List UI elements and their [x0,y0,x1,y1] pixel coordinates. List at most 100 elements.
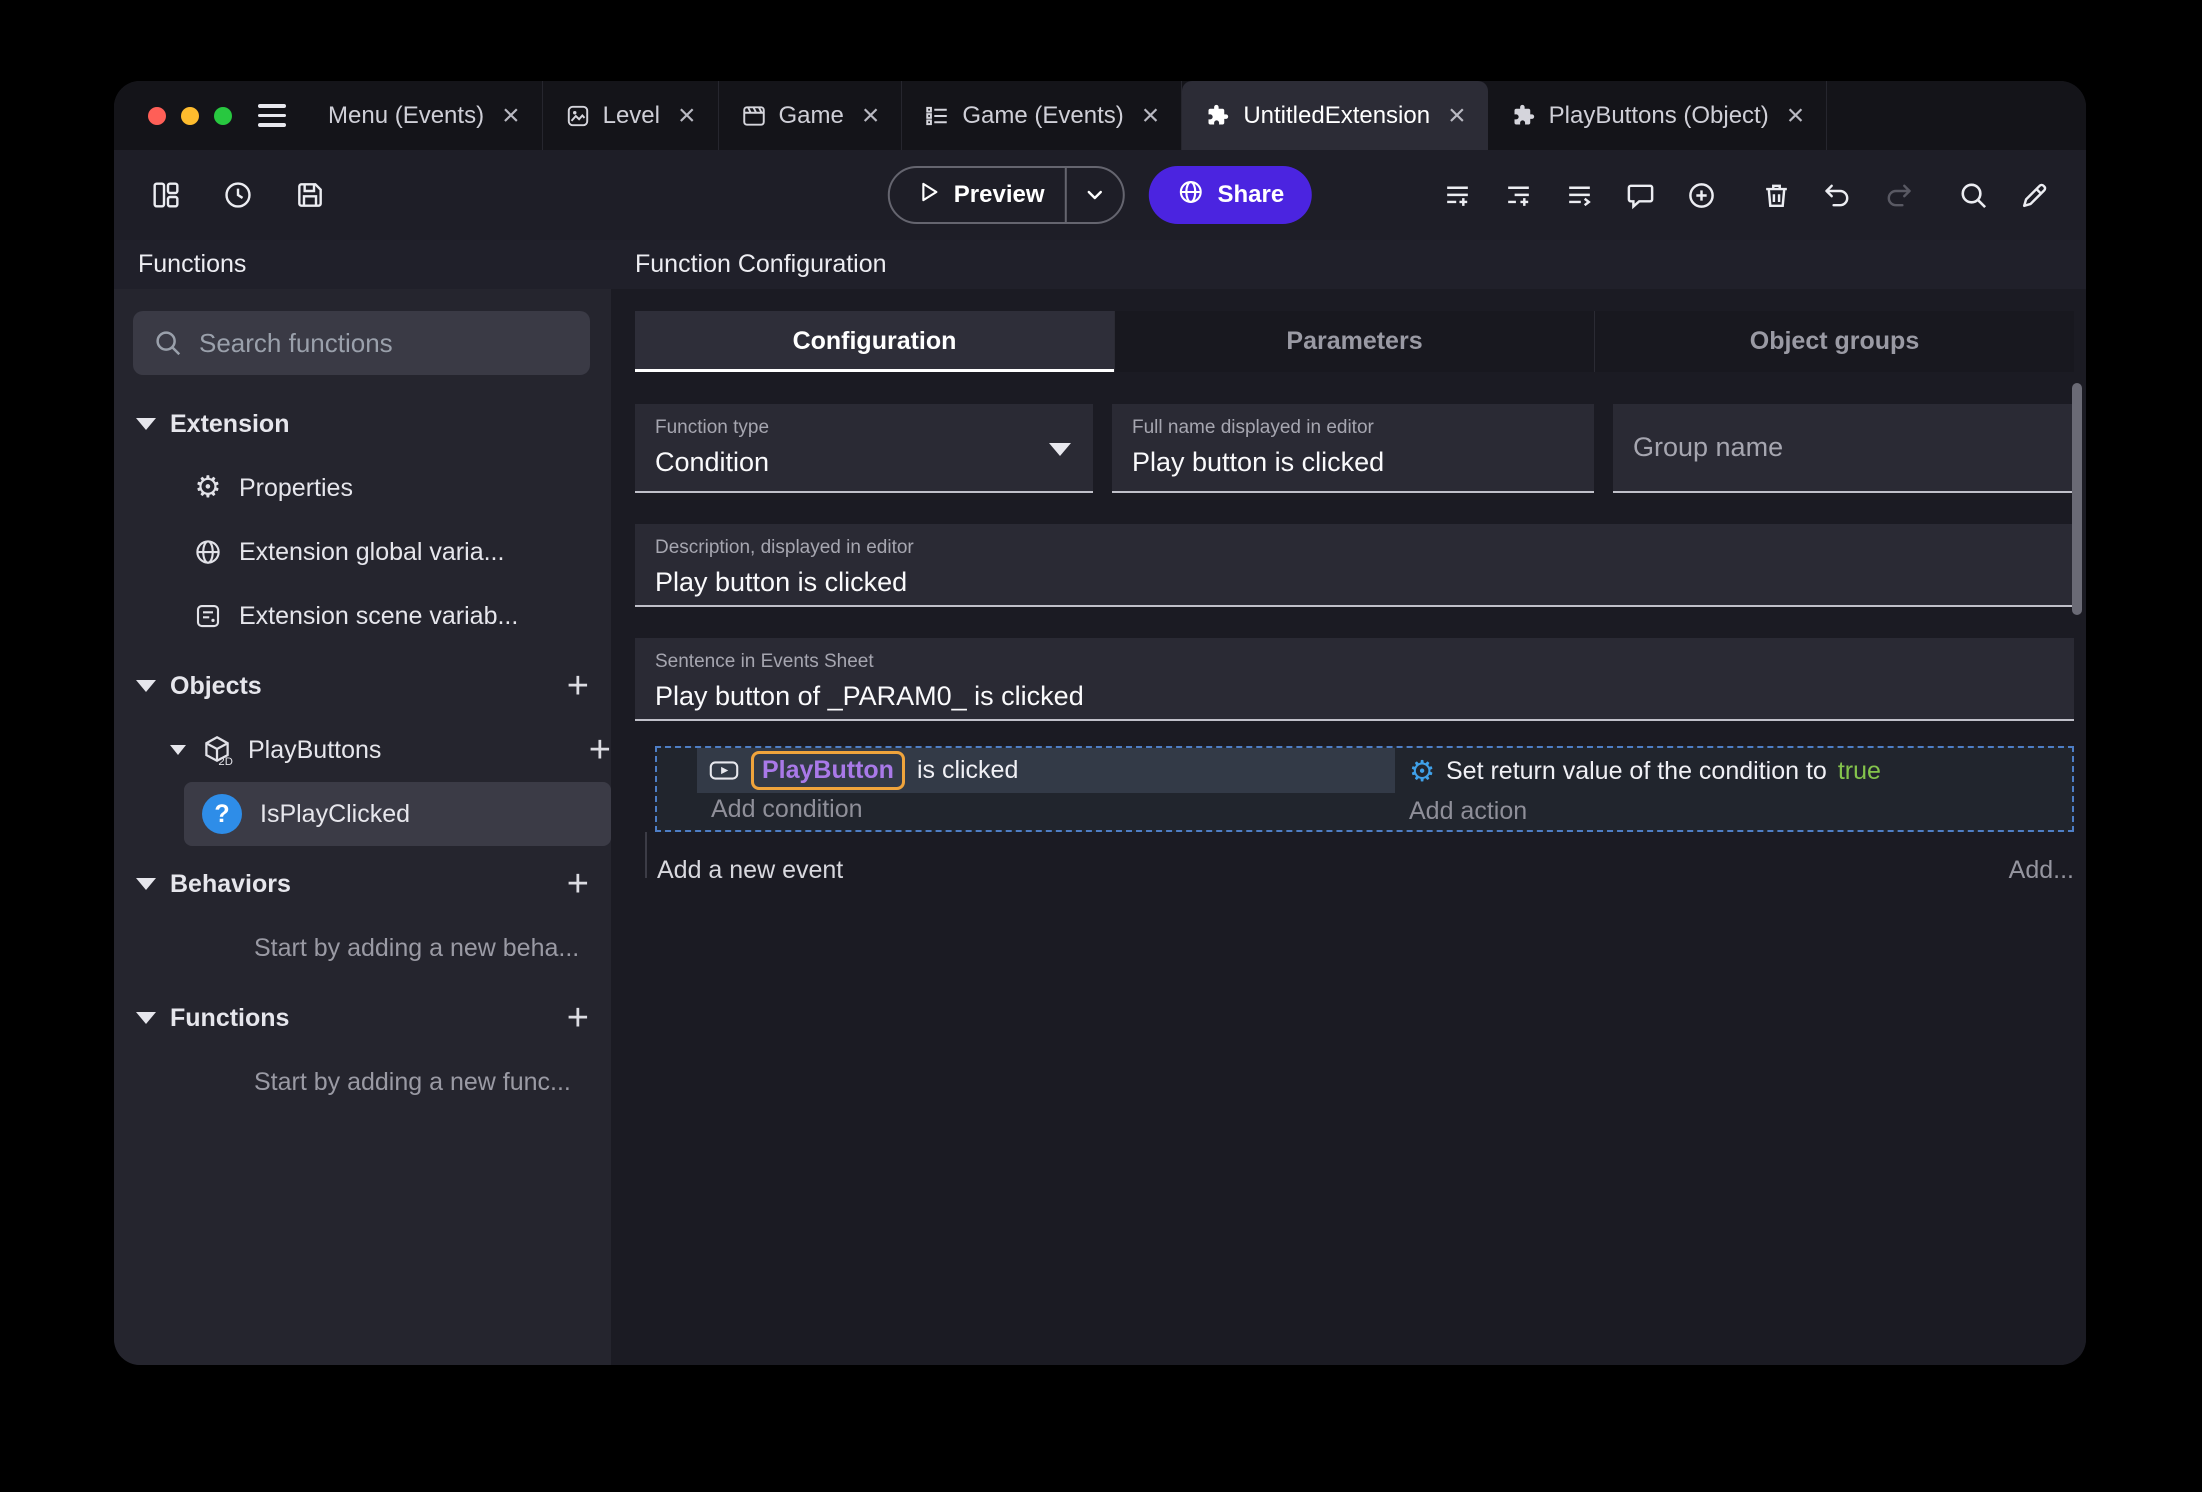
add-condition-button[interactable]: Add condition [697,793,1395,830]
add-function-button[interactable]: + [567,999,589,1037]
toolbar-left [144,173,332,217]
add-new-event-button[interactable]: Add a new event [657,856,843,885]
tree-item-isplayclicked-selected[interactable]: ? IsPlayClicked [184,782,611,846]
preview-button-main[interactable]: Preview [890,168,1065,222]
undo-icon[interactable] [1815,173,1859,217]
action-value-parameter[interactable]: true [1838,757,1881,786]
tree-item-properties[interactable]: ⚙ Properties [114,456,611,520]
object-2d-cube-icon: 2D [199,733,235,767]
app-window: Menu (Events) × Level × Game × Game (Eve… [114,81,2086,1365]
redo-icon[interactable] [1876,173,1920,217]
chevron-down-icon[interactable] [170,745,186,755]
search-functions-input[interactable] [199,327,570,359]
editor-tabs: Menu (Events) × Level × Game × Game (Eve… [306,81,2086,150]
sidebar-title: Functions [114,240,611,289]
add-event-icon[interactable] [1435,173,1479,217]
toolbar-right [1435,173,2056,217]
close-icon[interactable]: × [678,100,696,131]
function-type-select[interactable]: Function type Condition [635,404,1093,493]
tree-item-playbuttons[interactable]: 2D PlayButtons + [114,718,611,782]
tab-menu-events[interactable]: Menu (Events) × [306,81,543,150]
minimize-window-button[interactable] [181,106,199,125]
chevron-down-icon[interactable] [136,878,156,890]
group-label: Behaviors [170,869,291,898]
add-comment-icon[interactable] [1618,173,1662,217]
scene-variables-icon [192,601,224,631]
close-icon[interactable]: × [1142,100,1160,131]
field-label: Sentence in Events Sheet [655,651,874,672]
group-label: Functions [170,1003,290,1032]
tab-configuration[interactable]: Configuration [635,311,1114,372]
delete-icon[interactable] [1754,173,1798,217]
actions-column: ⚙ Set return value of the condition to t… [1395,748,2072,830]
share-button[interactable]: Share [1148,166,1313,224]
tab-untitled-extension[interactable]: UntitledExtension × [1182,81,1488,150]
close-window-button[interactable] [148,106,166,125]
tab-game-events[interactable]: Game (Events) × [902,81,1183,150]
add-more-button[interactable]: Add... [2009,856,2074,885]
form-row: Function type Condition Full name displa… [635,404,2074,493]
tree-item-extension-scene-variables[interactable]: Extension scene variab... [114,584,611,648]
preview-dropdown-button[interactable] [1067,168,1123,222]
tab-label: Game [778,101,844,129]
tab-label: Level [602,101,660,129]
functions-sidebar: Functions Extension ⚙ Properties [114,240,611,1365]
main-menu-icon[interactable] [258,81,286,150]
tree-group-behaviors[interactable]: Behaviors + [114,852,611,916]
toolbar-center: Preview Share [887,166,1313,224]
tab-game[interactable]: Game × [719,81,903,150]
preview-button[interactable]: Preview [887,166,1125,224]
project-manager-icon[interactable] [144,173,188,217]
tree-group-functions[interactable]: Functions + [114,986,611,1050]
description-field[interactable]: Description, displayed in editor Play bu… [635,524,2074,607]
tree-group-extension[interactable]: Extension [114,392,611,456]
condition-object-parameter[interactable]: PlayButton [751,751,905,790]
globe-icon [192,537,224,567]
close-icon[interactable]: × [1787,100,1805,131]
configuration-tabs: Configuration Parameters Object groups [635,311,2074,372]
item-label: IsPlayClicked [260,799,411,828]
search-functions-box[interactable] [133,311,590,375]
save-icon[interactable] [288,173,332,217]
field-value: Condition [655,447,770,477]
event-selected[interactable]: PlayButton is clicked Add condition ⚙ Se… [655,746,2074,832]
tab-parameters[interactable]: Parameters [1114,311,1594,372]
chevron-down-icon[interactable] [136,680,156,692]
tab-level[interactable]: Level × [543,81,719,150]
vertical-scrollbar[interactable] [2072,383,2082,615]
condition-row[interactable]: PlayButton is clicked [697,748,1395,793]
close-icon[interactable]: × [502,100,520,131]
action-row[interactable]: ⚙ Set return value of the condition to t… [1395,750,2072,792]
search-icon[interactable] [1951,173,1995,217]
group-name-field[interactable] [1613,404,2074,493]
scene-icon [565,103,591,129]
chevron-down-icon[interactable] [136,418,156,430]
add-action-button[interactable]: Add action [1395,792,2072,830]
field-value: Play button of _PARAM0_ is clicked [655,681,1084,711]
add-behavior-button[interactable]: + [567,865,589,903]
close-icon[interactable]: × [862,100,880,131]
event-gutter[interactable] [657,748,697,830]
tab-object-groups[interactable]: Object groups [1594,311,2074,372]
group-label: Extension [170,409,290,438]
tree-group-objects[interactable]: Objects + [114,654,611,718]
tree-item-extension-global-variables[interactable]: Extension global varia... [114,520,611,584]
play-icon [916,179,942,212]
add-other-event-icon[interactable] [1557,173,1601,217]
chevron-down-icon[interactable] [136,1012,156,1024]
group-name-input[interactable] [1633,432,2054,463]
choose-event-icon[interactable] [1679,173,1723,217]
gear-icon: ⚙ [194,470,222,505]
add-object-button[interactable]: + [567,667,589,705]
tab-playbuttons-object[interactable]: PlayButtons (Object) × [1488,81,1828,150]
full-name-field[interactable]: Full name displayed in editor Play butto… [1112,404,1594,493]
conditions-column: PlayButton is clicked Add condition [697,748,1395,830]
history-icon[interactable] [216,173,260,217]
add-subevent-icon[interactable] [1496,173,1540,217]
extension-tree: Extension ⚙ Properties Extension global … [114,392,611,1114]
sentence-field[interactable]: Sentence in Events Sheet Play button of … [635,638,2074,721]
close-icon[interactable]: × [1448,100,1466,131]
zoom-window-button[interactable] [214,106,232,125]
add-function-to-object-button[interactable]: + [589,731,611,769]
edit-scene-icon[interactable] [2012,173,2056,217]
